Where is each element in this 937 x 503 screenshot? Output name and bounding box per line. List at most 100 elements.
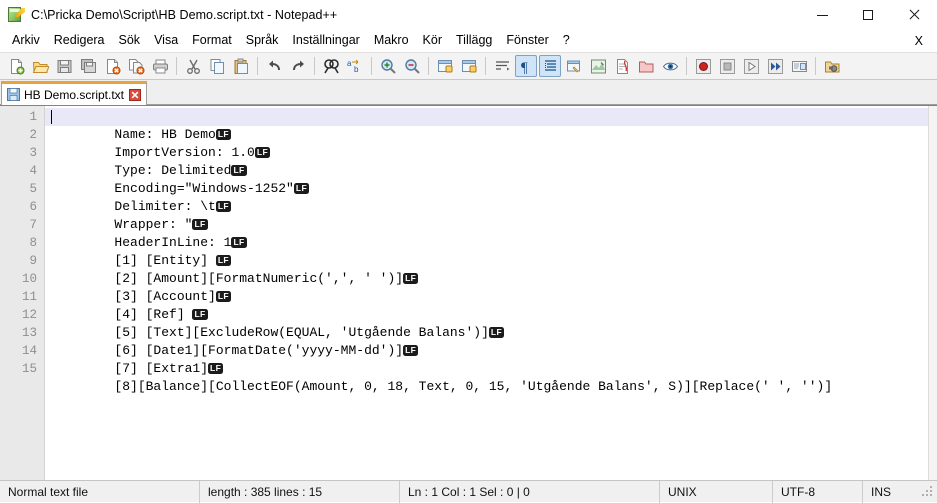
print-icon[interactable] <box>149 55 171 77</box>
editor-area[interactable]: 1 2 3 4 5 6 7 8 9 10 11 12 13 14 15 Name… <box>0 105 937 480</box>
function-list-icon[interactable] <box>611 55 633 77</box>
code-line[interactable]: [3] [Account] LF <box>45 270 928 304</box>
toolbar-separator <box>371 57 372 75</box>
line-number-gutter: 1 2 3 4 5 6 7 8 9 10 11 12 13 14 15 <box>0 106 45 480</box>
code-line[interactable]: Delimiter: \t LF <box>45 180 928 214</box>
toolbar-separator <box>815 57 816 75</box>
code-line[interactable]: [2] [Amount][FormatNumeric(',', ' ')] LF <box>45 252 928 286</box>
find-icon[interactable] <box>320 55 342 77</box>
menu-item-arkiv[interactable]: Arkiv <box>5 31 47 51</box>
menu-item-kor[interactable]: Kör <box>416 31 449 51</box>
tab-label: HB Demo.script.txt <box>24 87 125 102</box>
save-macro-icon[interactable] <box>788 55 810 77</box>
notepadpp-window: C:\Pricka Demo\Script\HB Demo.script.txt… <box>0 0 937 503</box>
code-line[interactable]: [7] [Extra1] LF <box>45 342 928 376</box>
sync-horizontal-scroll-icon[interactable] <box>458 55 480 77</box>
zoom-out-icon[interactable] <box>401 55 423 77</box>
tab-hb-demo-script-txt[interactable]: HB Demo.script.txt <box>1 81 148 105</box>
cut-icon[interactable] <box>182 55 204 77</box>
line-number: 7 <box>29 218 37 232</box>
status-insert-mode[interactable]: INS <box>863 481 919 503</box>
notepad-plus-plus-icon <box>8 7 25 23</box>
tab-close-icon[interactable] <box>129 88 142 101</box>
stop-macro-icon[interactable] <box>716 55 738 77</box>
close-file-icon[interactable] <box>101 55 123 77</box>
line-number: 12 <box>21 308 37 322</box>
indent-guide-icon[interactable] <box>539 55 561 77</box>
record-macro-icon[interactable] <box>692 55 714 77</box>
minimize-button[interactable] <box>799 0 845 30</box>
menu-item-sok[interactable]: Sök <box>112 31 148 51</box>
zoom-in-icon[interactable] <box>377 55 399 77</box>
menu-item-fonster[interactable]: Fönster <box>499 31 555 51</box>
toolbar-separator <box>176 57 177 75</box>
line-number: 3 <box>29 146 37 160</box>
monitoring-eye-icon[interactable] <box>659 55 681 77</box>
resize-grip-icon[interactable] <box>921 485 935 499</box>
toolbar-separator <box>314 57 315 75</box>
new-file-icon[interactable] <box>5 55 27 77</box>
code-line[interactable]: HeaderInLine: 1 LF <box>45 216 928 250</box>
line-number: 2 <box>29 128 37 142</box>
code-line[interactable]: Name: HB Demo LF <box>45 108 928 142</box>
document-map-icon[interactable] <box>587 55 609 77</box>
close-button[interactable] <box>891 0 937 30</box>
maximize-icon <box>863 10 873 20</box>
line-number: 11 <box>21 290 37 304</box>
code-line[interactable]: ImportVersion: 1.0 LF <box>45 126 928 160</box>
line-number: 10 <box>21 272 37 286</box>
menu-item-help[interactable]: ? <box>556 31 577 51</box>
run-macro-multiple-icon[interactable] <box>764 55 786 77</box>
save-icon[interactable] <box>53 55 75 77</box>
undo-icon[interactable] <box>263 55 285 77</box>
code-line[interactable]: [6] [Date1][FormatDate('yyyy-MM-dd')] LF <box>45 324 928 358</box>
paste-icon[interactable] <box>230 55 252 77</box>
vertical-scrollbar[interactable] <box>928 106 937 480</box>
minimize-icon <box>816 14 828 16</box>
status-encoding[interactable]: UTF-8 <box>773 480 863 503</box>
status-length-lines: length : 385 lines : 15 <box>200 480 400 503</box>
code-text-area[interactable]: Name: HB Demo LF ImportVersion: 1.0 LF Typ… <box>45 106 928 480</box>
menu-item-makro[interactable]: Makro <box>367 31 416 51</box>
folder-workspace-icon[interactable] <box>635 55 657 77</box>
copy-icon[interactable] <box>206 55 228 77</box>
svg-text:b: b <box>354 65 359 74</box>
toolbar-separator <box>428 57 429 75</box>
word-wrap-icon[interactable] <box>491 55 513 77</box>
open-file-icon[interactable] <box>29 55 51 77</box>
toolbar-separator <box>257 57 258 75</box>
code-line[interactable]: [8][Balance][CollectEOF(Amount, 0, 18, T… <box>45 360 928 394</box>
toolbar-separator <box>485 57 486 75</box>
code-line[interactable]: [1] [Entity] LF <box>45 234 928 268</box>
line-number: 6 <box>29 200 37 214</box>
menu-bar: Arkiv Redigera Sök Visa Format Språk Ins… <box>0 30 937 52</box>
save-all-icon[interactable] <box>77 55 99 77</box>
code-line[interactable]: [5] [Text][ExcludeRow(EQUAL, 'Utgående B… <box>45 306 928 340</box>
run-icon[interactable] <box>821 55 843 77</box>
play-macro-icon[interactable] <box>740 55 762 77</box>
replace-icon[interactable]: a b <box>344 55 366 77</box>
user-defined-dialog-icon[interactable] <box>563 55 585 77</box>
sync-vertical-scroll-icon[interactable] <box>434 55 456 77</box>
code-line[interactable]: Encoding="Windows-1252" LF <box>45 162 928 196</box>
close-document-button[interactable]: X <box>915 34 937 48</box>
menu-item-installningar[interactable]: Inställningar <box>285 31 366 51</box>
menu-item-format[interactable]: Format <box>185 31 239 51</box>
show-all-characters-icon[interactable]: ¶ <box>515 55 537 77</box>
menu-item-visa[interactable]: Visa <box>147 31 185 51</box>
code-line[interactable]: Type: Delimited LF <box>45 144 928 178</box>
menu-item-redigera[interactable]: Redigera <box>47 31 112 51</box>
line-number: 15 <box>21 362 37 376</box>
code-line-text: [8][Balance][CollectEOF(Amount, 0, 18, T… <box>114 379 833 394</box>
menu-item-tillagg[interactable]: Tillägg <box>449 31 499 51</box>
menu-item-sprak[interactable]: Språk <box>239 31 286 51</box>
status-line-ending[interactable]: UNIX <box>660 480 773 503</box>
window-title: C:\Pricka Demo\Script\HB Demo.script.txt… <box>31 8 338 22</box>
status-caret-position: Ln : 1 Col : 1 Sel : 0 | 0 <box>400 480 660 503</box>
maximize-button[interactable] <box>845 0 891 30</box>
close-all-files-icon[interactable] <box>125 55 147 77</box>
code-line[interactable]: [4] [Ref] LF <box>45 288 928 322</box>
window-controls <box>799 0 937 30</box>
redo-icon[interactable] <box>287 55 309 77</box>
code-line[interactable]: Wrapper: " LF <box>45 198 928 232</box>
